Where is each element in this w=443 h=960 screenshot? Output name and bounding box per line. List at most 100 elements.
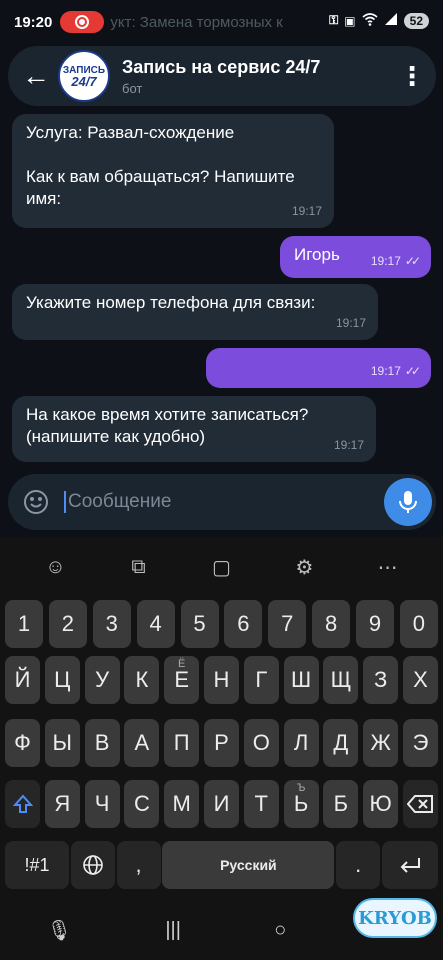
key-letter[interactable]: З [363,656,399,704]
more-dots-icon[interactable]: ⋯ [370,549,406,585]
key-letter[interactable]: Н [203,656,239,704]
key-letter[interactable]: Ч [84,780,120,828]
key-4[interactable]: 4 [136,600,175,648]
key-icon: ⚿ [329,13,339,27]
key-letter[interactable]: Й [5,656,40,704]
avatar-label-big: 24/7 [71,74,97,89]
key-letter[interactable]: М [164,780,200,828]
key-label: Е [174,667,190,692]
key-letter[interactable]: У [84,656,120,704]
arrow-left-icon: ← [22,60,50,91]
message-time: 19:17 [335,316,366,330]
key-hint: Ъ [296,782,306,794]
cast-icon: ▣ [344,13,356,28]
message-time-status: 19:17 ✓✓ [371,250,421,272]
message-outgoing[interactable]: 19:17 ✓✓ [206,348,431,388]
settings-gear-icon[interactable]: ⚙ [287,549,323,585]
more-menu-button[interactable]: ⋮ [388,48,436,104]
period-key[interactable]: . [336,841,381,889]
comma-key[interactable]: , [116,841,161,889]
shift-arrow-icon [12,794,33,813]
message-text-line: (напишите как удобно) [26,427,206,446]
key-letter[interactable]: П [164,719,200,767]
chat-title: Запись на сервис 24/7 [122,56,321,77]
shift-key[interactable] [5,780,40,828]
key-2[interactable]: 2 [48,600,87,648]
key-0[interactable]: 0 [399,600,438,648]
number-row: 1 2 3 4 5 6 7 8 9 0 [5,600,438,648]
recents-icon[interactable]: ||| [165,919,181,942]
clipboard-icon[interactable]: ▢ [204,549,240,585]
message-outgoing[interactable]: Игорь 19:17 ✓✓ [280,236,431,278]
key-letter[interactable]: К [124,656,160,704]
space-key[interactable]: Русский [162,841,335,889]
key-letter[interactable]: Ц [44,656,80,704]
key-letter[interactable]: Щ [323,656,359,704]
key-letter[interactable]: В [84,719,120,767]
key-label: Ь [293,791,309,816]
message-list[interactable]: Услуга: Развал-схождение Как к вам обращ… [0,108,443,468]
key-letter[interactable]: С [124,780,160,828]
message-text-line: имя: [26,189,62,208]
signal-icon [384,12,398,29]
key-letter[interactable]: И [203,780,239,828]
chat-subtitle: бот [122,80,143,96]
key-letter[interactable]: Б [323,780,359,828]
key-letter[interactable]: Я [44,780,80,828]
status-icons: ⚿ ▣ 52 [329,12,429,29]
record-indicator-icon [60,11,105,33]
translate-icon[interactable]: ⧉ [121,549,157,585]
avatar[interactable]: ЗАПИСЬ 24/7 [58,50,110,102]
key-7[interactable]: 7 [268,600,307,648]
back-button[interactable]: ← [8,48,64,104]
key-letter[interactable]: Ы [44,719,80,767]
symbols-key[interactable]: !#1 [5,841,69,889]
voice-record-button[interactable] [384,478,432,526]
home-icon[interactable]: ○ [274,919,286,942]
watermark-logo: KRYOB [353,898,437,938]
key-9[interactable]: 9 [356,600,394,648]
key-1[interactable]: 1 [5,600,43,648]
status-time: 19:20 [14,13,53,31]
key-letter[interactable]: Т [243,780,279,828]
key-letter[interactable]: Ю [363,780,399,828]
key-letter-soft[interactable]: ЪЬ [283,780,319,828]
key-letter[interactable]: Э [402,719,438,767]
key-3[interactable]: 3 [92,600,131,648]
key-6[interactable]: 6 [224,600,263,648]
keyboard-toolbar: ☺ ⧉ ▢ ⚙ ⋯ [0,549,443,585]
emoji-keyboard-icon[interactable]: ☺ [38,549,74,585]
message-incoming[interactable]: Услуга: Развал-схождение Как к вам обращ… [12,114,334,228]
keyboard-mic-icon[interactable]: 🎙 [47,918,72,943]
key-letter[interactable]: Р [203,719,239,767]
message-incoming[interactable]: Укажите номер телефона для связи: 19:17 [12,284,378,340]
message-input[interactable]: Сообщение [64,491,392,513]
message-text-line: Как к вам обращаться? Напишите [26,167,295,186]
key-letter[interactable]: Г [243,656,279,704]
key-letter[interactable]: Х [402,656,438,704]
key-letter-e[interactable]: ЁЕ [164,656,200,704]
message-time: 19:17 [291,204,322,218]
letter-row-3: Я Ч С М И Т ЪЬ Б Ю [5,780,438,828]
key-letter[interactable]: О [243,719,279,767]
key-letter[interactable]: Л [283,719,319,767]
enter-key[interactable] [381,841,438,889]
key-letter[interactable]: Д [323,719,359,767]
notification-ghost-text: укт: Замена тормозных к [110,13,283,31]
message-incoming[interactable]: На какое время хотите записаться? (напиш… [12,396,376,462]
key-5[interactable]: 5 [180,600,219,648]
key-letter[interactable]: Ш [283,656,319,704]
key-8[interactable]: 8 [312,600,351,648]
key-hint: Ё [178,658,186,670]
chat-title-block[interactable]: Запись на сервис 24/7 бот [122,57,388,96]
key-letter[interactable]: Ф [5,719,40,767]
status-bar: 19:20 укт: Замена тормозных к ⚿ ▣ 52 [0,0,443,44]
key-letter[interactable]: Ж [363,719,399,767]
double-check-icon: ✓✓ [404,254,421,268]
language-key[interactable] [70,841,115,889]
message-text: Игорь [294,245,340,264]
kebab-icon: ⋮ [399,60,425,91]
emoji-button[interactable] [8,474,64,530]
backspace-key[interactable] [402,780,438,828]
key-letter[interactable]: А [124,719,160,767]
